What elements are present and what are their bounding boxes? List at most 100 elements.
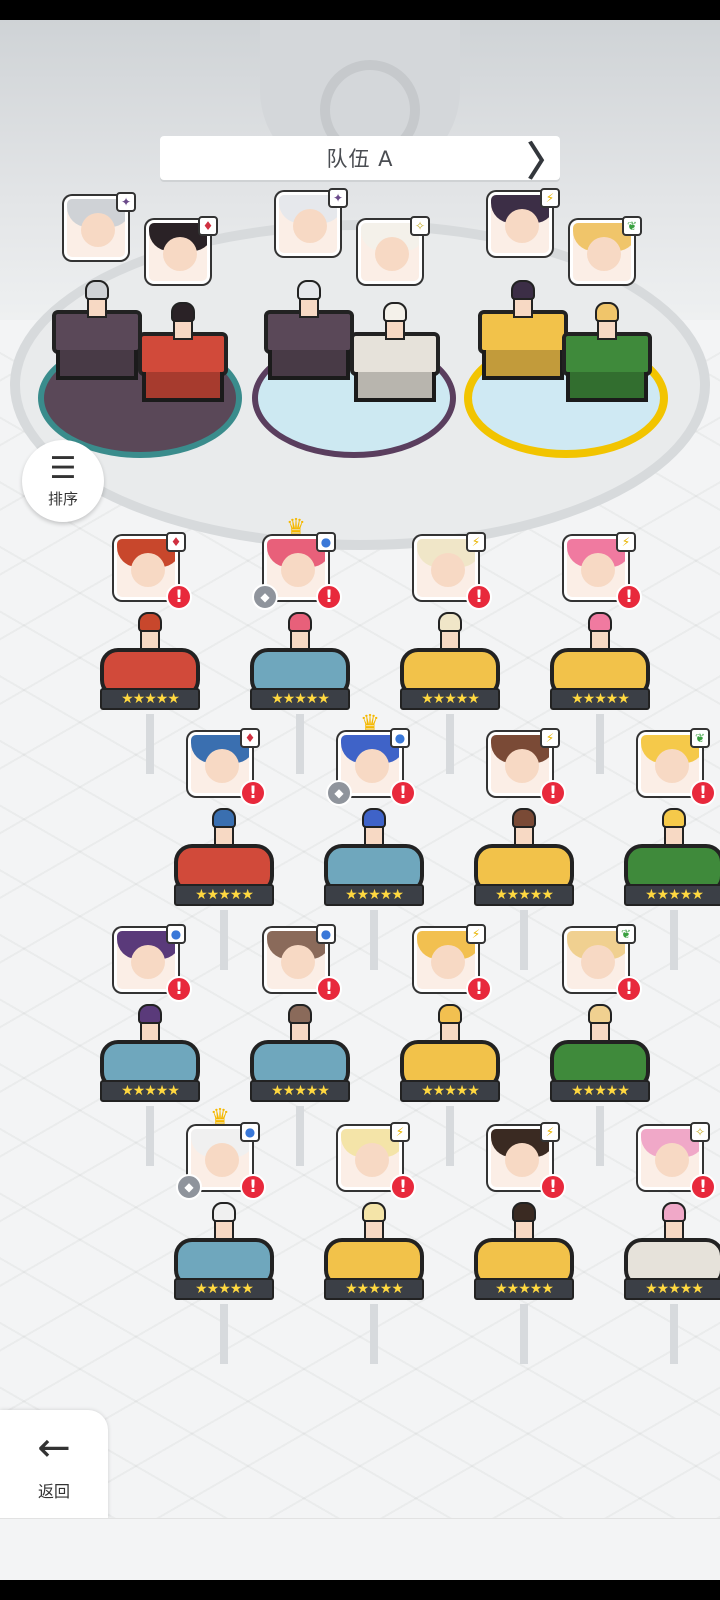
chibi-body (173, 320, 193, 340)
pedestal-side (268, 350, 350, 380)
light-element-icon: ✧ (690, 1122, 710, 1142)
slot-post (520, 910, 528, 970)
portrait-face (355, 749, 389, 783)
next-team-arrow[interactable]: 〉 (527, 136, 567, 185)
chibi-body (290, 1022, 310, 1042)
alert-icon: ! (390, 1174, 416, 1200)
chibi-head (362, 1202, 386, 1222)
chibi-head (588, 1004, 612, 1024)
alert-icon: ! (240, 1174, 266, 1200)
nature-element-icon: ❦ (616, 924, 636, 944)
alert-icon: ! (616, 584, 642, 610)
chibi-head (662, 808, 686, 828)
chibi-body (664, 826, 684, 846)
portrait-face (281, 945, 315, 979)
dark-element-icon: ✦ (116, 192, 136, 212)
party-pedestal (264, 310, 354, 380)
chibi-sprite (204, 808, 244, 848)
chibi-body (664, 1220, 684, 1240)
portrait-face (581, 553, 615, 587)
alert-icon: ! (390, 780, 416, 806)
team-title: 队伍 A (326, 147, 394, 171)
chibi-body (290, 630, 310, 650)
slot-post (220, 1304, 228, 1364)
chibi-sprite (430, 612, 470, 652)
chibi-head (512, 1202, 536, 1222)
chibi-sprite (654, 1202, 694, 1242)
chibi-body (385, 320, 405, 340)
star-rating: ★★★★★ (324, 1278, 424, 1300)
portrait-face (505, 209, 539, 243)
water-element-icon: ● (316, 532, 336, 552)
chibi-body (597, 320, 617, 340)
nature-element-icon: ❦ (622, 216, 642, 236)
party-pedestal (138, 332, 228, 402)
awaken-gem-icon: ◆ (326, 780, 352, 806)
arrow-left-icon: ← (37, 1425, 71, 1471)
slot-post (446, 1106, 454, 1166)
chibi-body (140, 630, 160, 650)
chibi-body (214, 826, 234, 846)
slot-post (670, 1304, 678, 1364)
lightning-element-icon: ⚡ (466, 532, 486, 552)
chibi-body (140, 1022, 160, 1042)
chibi-body (364, 1220, 384, 1240)
pedestal-side (566, 372, 648, 402)
alert-icon: ! (540, 1174, 566, 1200)
crown-icon: ♛ (210, 1105, 230, 1130)
portrait-face (355, 1143, 389, 1177)
pedestal-side (142, 372, 224, 402)
chibi-head (288, 1004, 312, 1024)
chibi-head (297, 280, 321, 300)
fire-element-icon: ♦ (166, 532, 186, 552)
party-pedestal (350, 332, 440, 402)
chibi-head (662, 1202, 686, 1222)
portrait-face (587, 237, 621, 271)
star-rating: ★★★★★ (624, 884, 720, 906)
water-element-icon: ● (390, 728, 410, 748)
slot-post (296, 1106, 304, 1166)
chibi-sprite (280, 1004, 320, 1044)
chibi-sprite (204, 1202, 244, 1242)
bottom-bar (0, 1518, 720, 1581)
star-rating: ★★★★★ (174, 1278, 274, 1300)
navigation-bar (0, 1580, 720, 1600)
dark-element-icon: ✦ (328, 188, 348, 208)
portrait-face (293, 209, 327, 243)
star-rating: ★★★★★ (474, 1278, 574, 1300)
slot-post (370, 910, 378, 970)
chibi-sprite (354, 808, 394, 848)
chibi-body (440, 1022, 460, 1042)
chibi-head (138, 1004, 162, 1024)
portrait-face (81, 213, 115, 247)
party-pedestal (52, 310, 142, 380)
chibi-head (595, 302, 619, 322)
chibi-sprite (375, 302, 415, 342)
chibi-head (588, 612, 612, 632)
portrait-face (431, 945, 465, 979)
back-button[interactable]: ← 返回 (0, 1410, 108, 1518)
alert-icon: ! (540, 780, 566, 806)
alert-icon: ! (466, 976, 492, 1002)
star-rating: ★★★★★ (474, 884, 574, 906)
team-formation-scene: 〈 队伍 A 〉 ✦♦✦✧⚡❦ ★★★★★♦!★★★★★●!♛◆★★★★★⚡!★… (0, 20, 720, 1518)
sort-label: 排序 (47, 489, 78, 508)
chibi-head (512, 808, 536, 828)
star-rating: ★★★★★ (100, 688, 200, 710)
sort-button[interactable]: ☰ 排序 (22, 440, 104, 522)
chibi-head (138, 612, 162, 632)
portrait-face (431, 553, 465, 587)
chibi-head (212, 808, 236, 828)
chibi-head (288, 612, 312, 632)
portrait-face (131, 553, 165, 587)
pedestal-side (56, 350, 138, 380)
star-rating: ★★★★★ (550, 688, 650, 710)
star-rating: ★★★★★ (624, 1278, 720, 1300)
chibi-body (87, 298, 107, 318)
chibi-sprite (587, 302, 627, 342)
chibi-sprite (580, 1004, 620, 1044)
chibi-head (171, 302, 195, 322)
alert-icon: ! (616, 976, 642, 1002)
portrait-face (205, 749, 239, 783)
alert-icon: ! (166, 584, 192, 610)
